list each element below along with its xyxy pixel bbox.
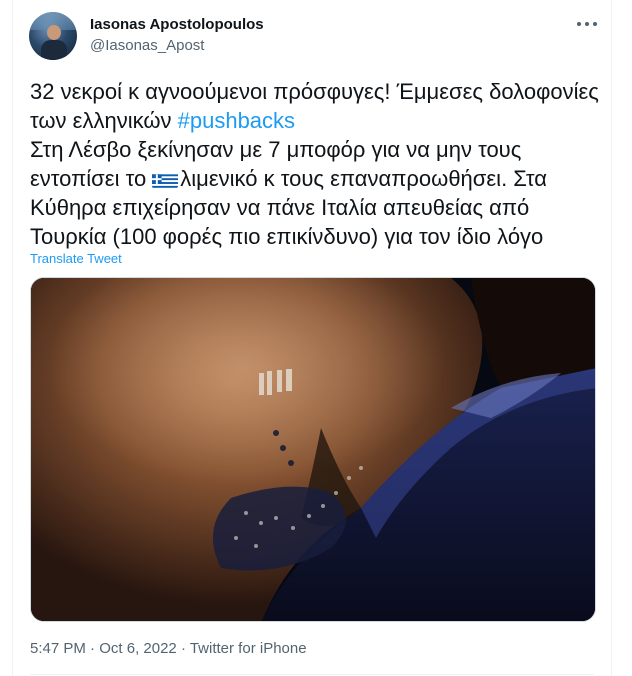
meta-separator: · — [176, 640, 190, 657]
author-avatar[interactable] — [29, 12, 77, 60]
translate-tweet-link[interactable]: Translate Tweet — [30, 251, 122, 266]
hashtag-link[interactable]: #pushbacks — [178, 108, 295, 133]
tweet-card: Iasonas Apostolopoulos @Iasonas_Apost 32… — [12, 0, 612, 676]
tweet-text-part1: 32 νεκροί κ αγνοούμενοι πρόσφυγες! Έμμεσ… — [30, 79, 599, 133]
tweet-media-image[interactable] — [30, 277, 596, 622]
more-options-icon[interactable] — [577, 14, 597, 34]
tweet-metadata: 5:47 PM · Oct 6, 2022 · Twitter for iPho… — [30, 640, 307, 657]
author-handle[interactable]: @Iasonas_Apost — [90, 37, 204, 54]
divider — [30, 674, 594, 675]
tweet-time[interactable]: 5:47 PM — [30, 640, 86, 657]
tweet-text: 32 νεκροί κ αγνοούμενοι πρόσφυγες! Έμμεσ… — [30, 77, 600, 251]
meta-separator: · — [85, 640, 100, 657]
tweet-source[interactable]: Twitter for iPhone — [190, 640, 307, 657]
greek-flag-icon — [152, 170, 179, 188]
night-cliff-photo-icon — [31, 278, 595, 621]
tweet-date[interactable]: Oct 6, 2022 — [99, 640, 177, 657]
author-name[interactable]: Iasonas Apostolopoulos — [90, 16, 264, 33]
